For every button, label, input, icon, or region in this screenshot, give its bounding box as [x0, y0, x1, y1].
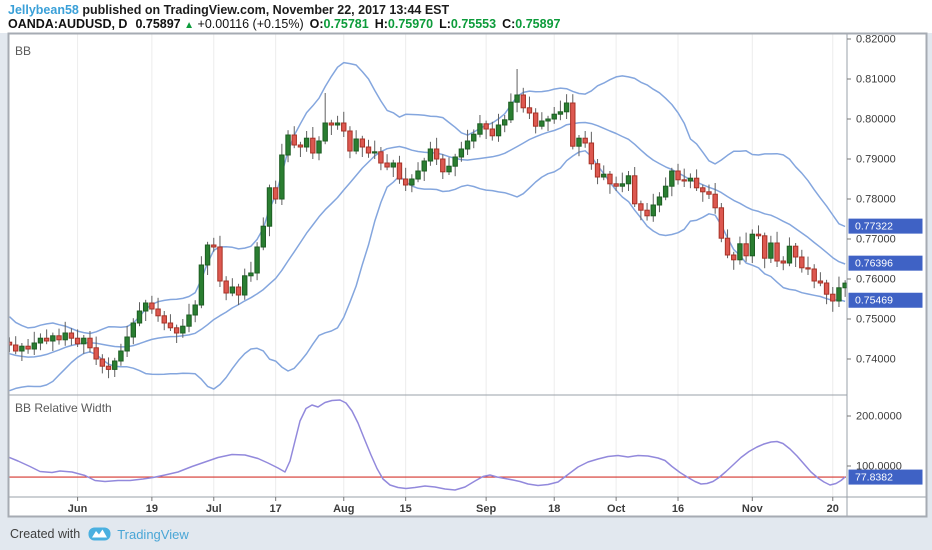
- svg-text:0.82000: 0.82000: [856, 34, 896, 46]
- svg-text:19: 19: [146, 503, 158, 515]
- svg-text:0.77000: 0.77000: [856, 234, 896, 246]
- svg-text:0.81000: 0.81000: [856, 74, 896, 86]
- svg-text:0.80000: 0.80000: [856, 114, 896, 126]
- tradingview-logo-icon[interactable]: [88, 526, 111, 542]
- svg-text:0.77322: 0.77322: [855, 221, 893, 233]
- svg-text:0.75000: 0.75000: [856, 314, 896, 326]
- created-with-text: Created with: [10, 527, 81, 541]
- price-chart-canvas[interactable]: 0.82000 0.81000 0.80000 0.79000 0.78000 0.770…: [0, 0, 932, 550]
- svg-text:Aug: Aug: [333, 503, 354, 515]
- svg-text:Sep: Sep: [476, 503, 496, 515]
- svg-text:0.75469: 0.75469: [855, 295, 893, 307]
- svg-text:Nov: Nov: [742, 503, 764, 515]
- svg-text:20: 20: [827, 503, 839, 515]
- svg-text:Jun: Jun: [68, 503, 88, 515]
- svg-text:15: 15: [400, 503, 412, 515]
- svg-text:77.8382: 77.8382: [855, 472, 893, 484]
- svg-text:0.79000: 0.79000: [856, 154, 896, 166]
- svg-text:16: 16: [672, 503, 684, 515]
- svg-text:0.76000: 0.76000: [856, 274, 896, 286]
- indicator-pane-label: BB Relative Width: [15, 401, 112, 415]
- main-pane-label: BB: [15, 44, 32, 58]
- svg-text:0.74000: 0.74000: [856, 354, 896, 366]
- svg-text:17: 17: [270, 503, 282, 515]
- svg-text:18: 18: [548, 503, 560, 515]
- svg-text:0.76396: 0.76396: [855, 258, 893, 270]
- svg-text:Oct: Oct: [607, 503, 626, 515]
- tradingview-brand-link[interactable]: TradingView: [117, 527, 189, 542]
- svg-text:Jul: Jul: [206, 503, 222, 515]
- svg-text:200.0000: 200.0000: [856, 411, 902, 423]
- footer: Created with TradingView: [10, 523, 189, 545]
- svg-text:0.78000: 0.78000: [856, 194, 896, 206]
